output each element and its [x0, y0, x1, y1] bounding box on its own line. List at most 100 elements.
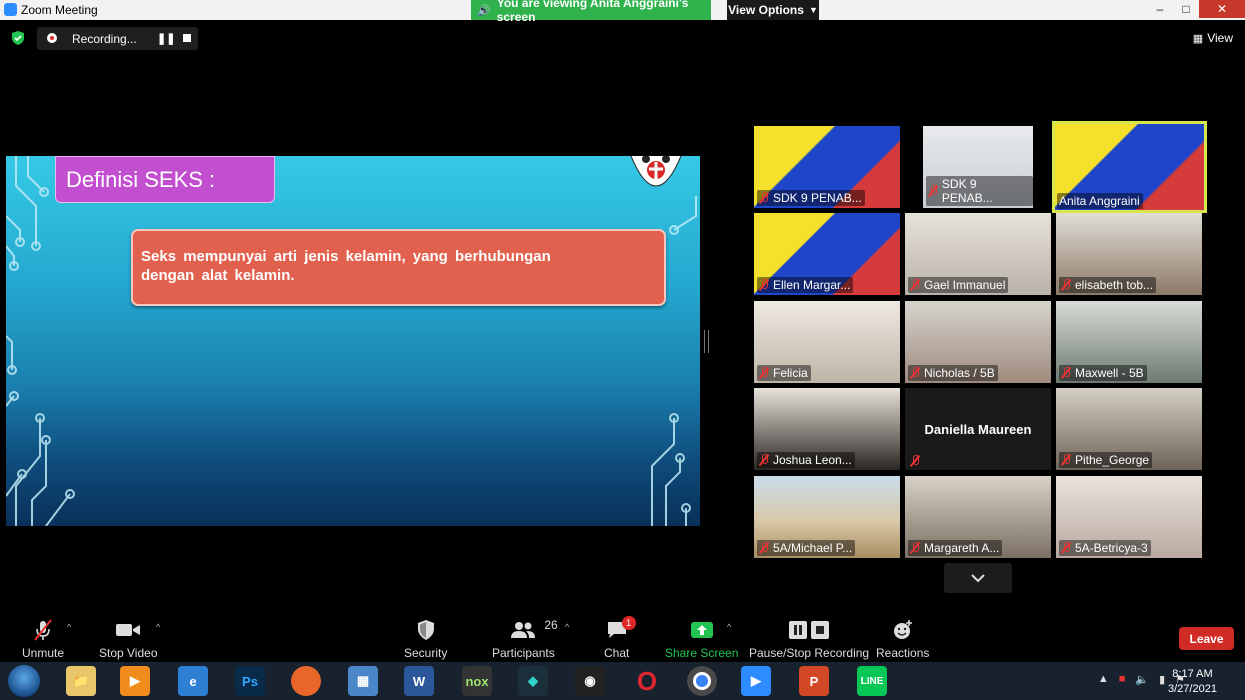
filmora-icon[interactable]: ◆ — [518, 666, 548, 696]
windows-taskbar: 📁 ▶ e Ps ▦ W nox ◆ ◉ O ▶ P LINE ▲ ■ 🔈 ▮ … — [0, 662, 1245, 700]
security-button[interactable]: Security — [404, 618, 447, 660]
encryption-shield-icon[interactable] — [11, 31, 25, 45]
participant-tile[interactable]: elisabeth tob... — [1056, 213, 1202, 295]
panel-resize-handle[interactable] — [704, 330, 709, 353]
share-screen-label: Share Screen — [665, 646, 739, 660]
participant-name: 5A/Michael P... — [773, 541, 853, 555]
participant-tile-active-speaker[interactable]: Anita Anggraini — [1052, 121, 1207, 213]
participants-options-caret-icon[interactable]: ^ — [565, 622, 569, 632]
mic-muted-icon — [910, 542, 920, 554]
chat-label: Chat — [604, 646, 630, 660]
stop-video-button[interactable]: Stop Video — [99, 618, 158, 660]
audio-options-caret-icon[interactable]: ^ — [67, 622, 71, 632]
chevron-down-icon — [971, 574, 985, 583]
minimize-button[interactable]: – — [1147, 0, 1173, 18]
mic-muted-icon — [759, 192, 769, 204]
mic-muted-icon — [759, 542, 769, 554]
video-options-caret-icon[interactable]: ^ — [156, 622, 160, 632]
participant-name: Nicholas / 5B — [924, 366, 995, 380]
unmute-button[interactable]: Unmute — [22, 618, 64, 660]
participant-tile[interactable]: SDK 9 PENAB... — [923, 126, 1033, 208]
word-icon[interactable]: W — [404, 666, 434, 696]
view-layout-button[interactable]: ▦ View — [1193, 31, 1233, 45]
camera-icon[interactable]: ◉ — [575, 666, 605, 696]
video-camera-icon — [116, 624, 141, 636]
nox-icon[interactable]: nox — [462, 666, 492, 696]
opera-icon[interactable]: O — [632, 666, 662, 696]
reactions-button[interactable]: Reactions — [876, 618, 929, 660]
participant-name: Felicia — [773, 366, 808, 380]
participant-tile[interactable]: Pithe_George — [1056, 388, 1202, 470]
shield-icon — [417, 620, 434, 640]
pause-stop-icon — [789, 621, 830, 639]
close-button[interactable]: ✕ — [1199, 0, 1245, 18]
file-explorer-icon[interactable]: 📁 — [66, 666, 96, 696]
clock-time: 8:17 AM — [1172, 668, 1213, 680]
participant-tile[interactable]: Gael Immanuel — [905, 213, 1051, 295]
maximize-button[interactable]: □ — [1173, 0, 1199, 18]
mic-muted-icon — [1061, 542, 1071, 554]
chat-button[interactable]: 1 Chat — [604, 616, 636, 660]
participant-tile[interactable]: SDK 9 PENAB... — [754, 126, 900, 208]
photoshop-icon[interactable]: Ps — [235, 666, 265, 696]
control-panel-icon[interactable]: ▦ — [348, 666, 378, 696]
school-logo — [630, 156, 682, 187]
participant-name-tag: Nicholas / 5B — [908, 365, 998, 381]
window-controls: – □ ✕ — [1147, 0, 1245, 20]
stop-video-label: Stop Video — [99, 646, 158, 660]
participant-tile-video-off[interactable]: Daniella Maureen — [905, 388, 1051, 470]
media-player-icon[interactable]: ▶ — [120, 666, 150, 696]
participant-name-tag: 5A-Betricya-3 — [1059, 540, 1151, 556]
leave-meeting-button[interactable]: Leave — [1179, 627, 1234, 650]
participant-tile[interactable]: 5A/Michael P... — [754, 476, 900, 558]
speaker-volume-icon[interactable]: 🔈 — [1135, 673, 1149, 686]
participant-name: 5A-Betricya-3 — [1075, 541, 1148, 555]
line-icon[interactable]: LINE — [857, 666, 887, 696]
participant-name: Pithe_George — [1075, 453, 1150, 467]
definition-box: Seks mempunyai arti jenis kelamin, yang … — [131, 229, 666, 306]
reactions-label: Reactions — [876, 646, 930, 660]
definition-line-2: dengan alat kelamin. — [141, 267, 295, 284]
participants-icon — [511, 622, 536, 638]
participant-name: Gael Immanuel — [924, 278, 1006, 292]
participant-name-tag: Gael Immanuel — [908, 277, 1009, 293]
security-label: Security — [404, 646, 448, 660]
participant-name: elisabeth tob... — [1075, 278, 1154, 292]
participant-name-tag: Joshua Leon... — [757, 452, 855, 468]
participant-name-centered: Daniella Maureen — [924, 422, 1032, 437]
internet-explorer-icon[interactable]: e — [178, 666, 208, 696]
stop-recording-icon[interactable] — [183, 34, 191, 42]
mic-muted-icon — [759, 279, 769, 291]
gallery-next-page-button[interactable] — [944, 563, 1012, 593]
firefox-icon[interactable] — [291, 666, 321, 696]
participant-name-tag: Maxwell - 5B — [1059, 365, 1147, 381]
participant-name-tag: elisabeth tob... — [1059, 277, 1157, 293]
network-signal-icon[interactable]: ▮ — [1159, 673, 1165, 686]
powerpoint-icon[interactable]: P — [799, 666, 829, 696]
mic-muted-icon — [1061, 279, 1071, 291]
participant-tile[interactable]: Joshua Leon... — [754, 388, 900, 470]
chrome-icon[interactable] — [687, 666, 717, 696]
share-options-caret-icon[interactable]: ^ — [727, 622, 731, 632]
view-options-button[interactable]: View Options ▼ — [727, 0, 819, 20]
participants-button[interactable]: 26 Participants — [492, 618, 558, 660]
participant-tile[interactable]: Margareth A... — [905, 476, 1051, 558]
participant-tile[interactable]: Felicia — [754, 301, 900, 383]
participant-tile[interactable]: 5A-Betricya-3 — [1056, 476, 1202, 558]
emoji-plus-icon — [893, 620, 912, 639]
pause-stop-recording-button[interactable]: Pause/Stop Recording — [749, 618, 869, 660]
pause-recording-icon[interactable]: ❚❚ — [157, 32, 175, 45]
show-hidden-icons-icon[interactable]: ▲ — [1098, 673, 1109, 686]
participant-name-tag: 5A/Michael P... — [757, 540, 856, 556]
participant-tile[interactable]: Nicholas / 5B — [905, 301, 1051, 383]
participants-label: Participants — [492, 646, 555, 660]
participant-tile[interactable]: Ellen Margar... — [754, 213, 900, 295]
participant-name-tag: SDK 9 PENAB... — [926, 176, 1033, 206]
mic-muted-icon — [928, 185, 938, 197]
start-button[interactable] — [8, 665, 40, 697]
antivirus-icon[interactable]: ■ — [1119, 673, 1126, 686]
zoom-icon[interactable]: ▶ — [741, 666, 771, 696]
taskbar-clock[interactable]: 8:17 AM 3/27/2021 — [1168, 667, 1217, 697]
participant-tile[interactable]: Maxwell - 5B — [1056, 301, 1202, 383]
microphone-muted-icon — [34, 619, 52, 641]
